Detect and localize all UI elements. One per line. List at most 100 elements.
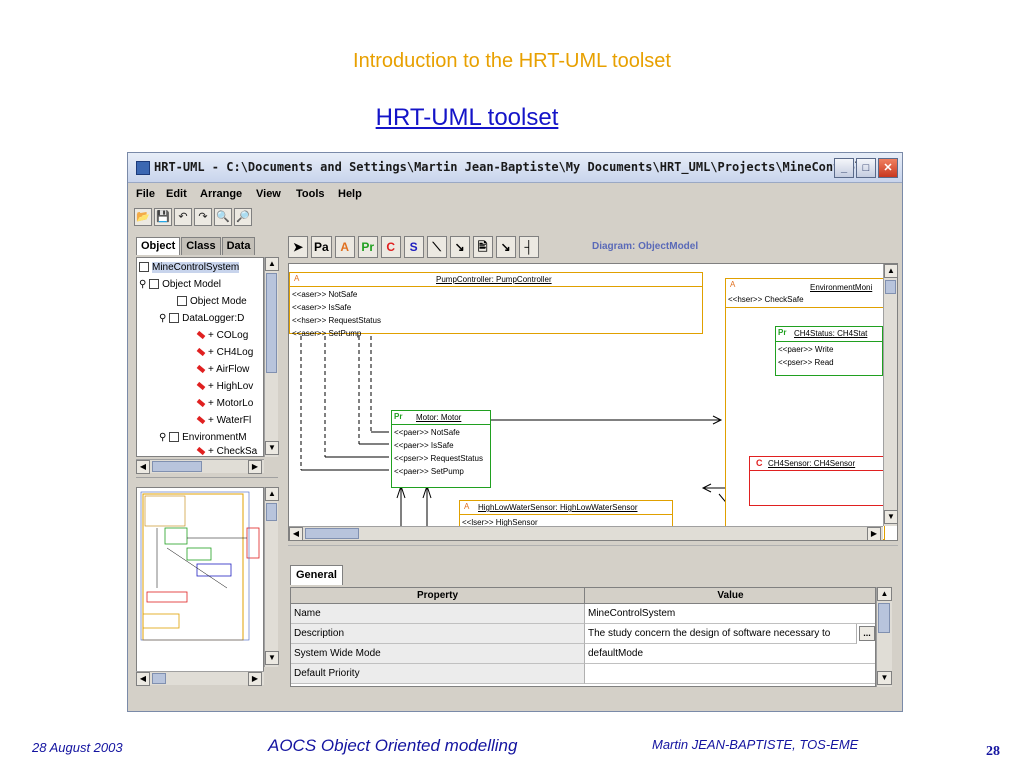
redo-icon[interactable]: ↷ xyxy=(194,208,212,226)
scroll-up-icon[interactable]: ▲ xyxy=(265,487,279,501)
maximize-button[interactable]: □ xyxy=(856,158,876,178)
property-value[interactable]: The study concern the design of software… xyxy=(585,624,857,644)
anchor-tool-icon[interactable]: ↘ xyxy=(495,236,516,258)
note-tool-icon[interactable]: 🖹 xyxy=(472,236,493,258)
menu-view[interactable]: View xyxy=(256,188,281,200)
scroll-left-icon[interactable]: ◀ xyxy=(136,460,150,474)
scroll-thumb[interactable] xyxy=(878,603,890,633)
scroll-up-icon[interactable]: ▲ xyxy=(884,264,897,278)
zoom-in-icon[interactable]: 🔍 xyxy=(214,208,232,226)
tree-item[interactable]: + HighLov xyxy=(196,379,253,395)
uml-op[interactable]: <<aser>> IsSafe xyxy=(290,301,351,314)
tool-protected-button[interactable]: Pr xyxy=(357,236,378,258)
uml-op[interactable]: <<hser>> CheckSafe xyxy=(726,293,804,306)
menu-tools[interactable]: Tools xyxy=(296,188,325,200)
tree-hscrollbar[interactable]: ◀ ▶ xyxy=(136,459,264,474)
tree-item[interactable]: + AirFlow xyxy=(196,362,249,378)
canvas-vscrollbar[interactable]: ▲ ▼ xyxy=(883,264,897,526)
tool-passive-button[interactable]: Pa xyxy=(311,236,332,258)
scroll-down-icon[interactable]: ▼ xyxy=(265,441,279,455)
scroll-thumb[interactable] xyxy=(266,273,277,373)
uml-op[interactable]: <<aser>> NotSafe xyxy=(290,288,357,301)
uml-op[interactable]: <<pser>> RequestStatus xyxy=(392,452,483,465)
menu-edit[interactable]: Edit xyxy=(166,188,187,200)
column-header-value[interactable]: Value xyxy=(585,588,875,604)
scroll-down-icon[interactable]: ▼ xyxy=(884,510,897,524)
tree-item[interactable]: Object Mode xyxy=(177,294,247,310)
scroll-left-icon[interactable]: ◀ xyxy=(136,672,150,686)
overview-hscrollbar[interactable]: ◀ ▶ xyxy=(136,671,264,686)
tree-item[interactable]: ⚲ DataLogger:D xyxy=(159,311,244,327)
save-icon[interactable]: 💾 xyxy=(154,208,172,226)
scroll-down-icon[interactable]: ▼ xyxy=(877,671,892,685)
uml-op[interactable]: <<paer>> Write xyxy=(776,343,833,356)
scroll-thumb[interactable] xyxy=(152,673,166,684)
divider xyxy=(750,470,884,471)
scroll-thumb[interactable] xyxy=(152,461,202,472)
title-bar[interactable]: HRT-UML - C:\Documents and Settings\Mart… xyxy=(128,153,902,183)
scroll-thumb[interactable] xyxy=(266,503,277,521)
uml-op[interactable]: <<aser>> SetPump xyxy=(290,327,361,340)
dashed-line-tool-icon[interactable]: ↘ xyxy=(449,236,470,258)
uml-op[interactable]: <<hser>> RequestStatus xyxy=(290,314,381,327)
scroll-down-icon[interactable]: ▼ xyxy=(265,651,279,665)
tool-active-button[interactable]: A xyxy=(334,236,355,258)
tree-item[interactable]: + MotorLo xyxy=(196,396,253,412)
uml-op[interactable]: <<pser>> Read xyxy=(776,356,834,369)
menu-help[interactable]: Help xyxy=(338,188,362,200)
scroll-left-icon[interactable]: ◀ xyxy=(289,527,303,540)
overview-vscrollbar[interactable]: ▲ ▼ xyxy=(264,487,279,667)
diagram-canvas[interactable]: A PumpController: PumpController <<aser>… xyxy=(288,263,898,541)
tree-item[interactable]: + CH4Log xyxy=(196,345,253,361)
line-tool-icon[interactable]: ⟍ xyxy=(426,236,447,258)
uml-op[interactable]: <<paer>> NotSafe xyxy=(392,426,460,439)
tab-data[interactable]: Data xyxy=(221,237,256,255)
tree-item[interactable]: + COLog xyxy=(196,328,248,344)
close-button[interactable]: ✕ xyxy=(878,158,898,178)
minimize-button[interactable]: _ xyxy=(834,158,854,178)
properties-vscrollbar[interactable]: ▲ ▼ xyxy=(876,587,892,687)
scroll-thumb[interactable] xyxy=(305,528,359,539)
ch4-status-box[interactable]: Pr CH4Status: CH4Stat <<paer>> Write <<p… xyxy=(775,326,883,376)
menu-arrange[interactable]: Arrange xyxy=(200,188,242,200)
scroll-right-icon[interactable]: ▶ xyxy=(248,460,262,474)
properties-panel: General Property Value Name MineControlS… xyxy=(288,563,898,703)
property-key: Description xyxy=(291,624,585,644)
tree-item[interactable]: + WaterFl xyxy=(196,413,251,429)
scroll-right-icon[interactable]: ▶ xyxy=(867,527,881,540)
scroll-up-icon[interactable]: ▲ xyxy=(265,257,279,271)
tool-sporadic-button[interactable]: S xyxy=(403,236,424,258)
property-value[interactable]: MineControlSystem xyxy=(585,604,875,624)
tree-item[interactable]: ⚲ Object Model xyxy=(139,277,221,293)
ellipsis-button[interactable]: ... xyxy=(859,626,875,641)
property-value[interactable] xyxy=(585,664,875,684)
undo-icon[interactable]: ↶ xyxy=(174,208,192,226)
tab-object[interactable]: Object xyxy=(136,237,181,255)
property-value[interactable]: defaultMode xyxy=(585,644,875,664)
column-header-property[interactable]: Property xyxy=(291,588,585,604)
select-pointer-icon[interactable]: ➤ xyxy=(288,236,308,258)
pane-splitter[interactable] xyxy=(288,545,898,555)
canvas-hscrollbar[interactable]: ◀ ▶ xyxy=(289,526,883,540)
scroll-thumb[interactable] xyxy=(885,280,896,294)
pump-controller-box[interactable]: A PumpController: PumpController <<aser>… xyxy=(289,272,703,338)
connector-tool-icon[interactable]: ┤ xyxy=(518,236,539,258)
zoom-out-icon[interactable]: 🔎 xyxy=(234,208,252,226)
tool-cyclic-button[interactable]: C xyxy=(380,236,401,258)
scroll-right-icon[interactable]: ▶ xyxy=(248,672,262,686)
tree-vscrollbar[interactable]: ▲ ▼ xyxy=(264,257,279,457)
tab-class[interactable]: Class xyxy=(181,237,221,255)
ch4-sensor-box[interactable]: C CH4Sensor: CH4Sensor xyxy=(749,456,885,506)
uml-op[interactable]: <<paer>> IsSafe xyxy=(392,439,454,452)
tree-item[interactable]: MineControlSystem xyxy=(139,260,240,276)
cyclic-marker: C xyxy=(756,458,763,468)
pane-splitter[interactable] xyxy=(136,477,278,483)
uml-op[interactable]: <<paer>> SetPump xyxy=(392,465,464,478)
open-icon[interactable]: 📂 xyxy=(134,208,152,226)
tab-general[interactable]: General xyxy=(290,565,343,585)
tree-item[interactable]: + CheckSa xyxy=(196,444,257,456)
motor-box[interactable]: Pr Motor: Motor <<paer>> NotSafe <<paer>… xyxy=(391,410,491,488)
menu-file[interactable]: File xyxy=(136,188,155,200)
diagram-overview[interactable] xyxy=(136,487,264,683)
scroll-up-icon[interactable]: ▲ xyxy=(877,587,892,601)
